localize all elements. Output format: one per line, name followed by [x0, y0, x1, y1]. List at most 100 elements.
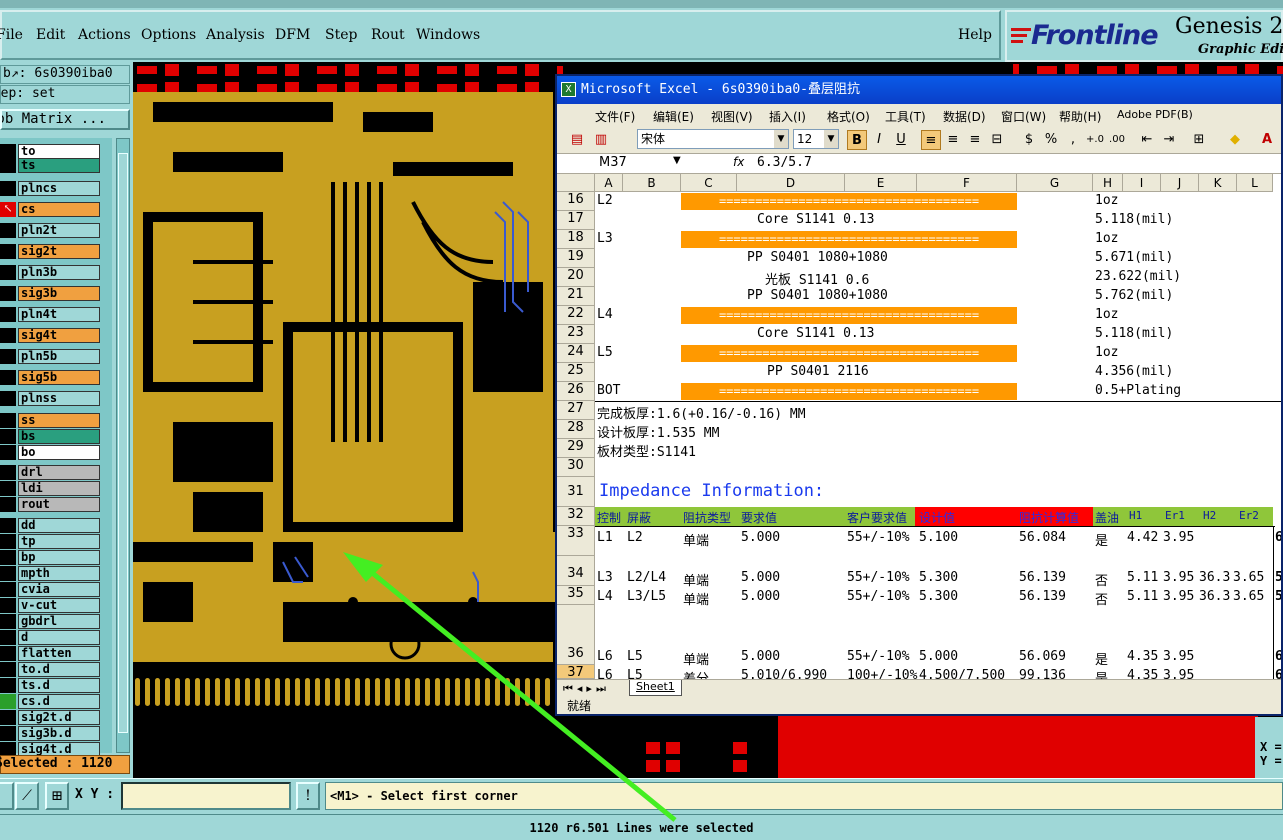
font-name-select[interactable]: 宋体 ▼: [637, 129, 789, 149]
cell-material[interactable]: Core S1141 0.13: [757, 326, 874, 341]
layer-indicator[interactable]: [0, 646, 16, 661]
menu-actions[interactable]: Actions: [78, 27, 131, 43]
layer-label[interactable]: sig3b.d: [18, 726, 100, 741]
imp-cell-er1[interactable]: 3.95: [1163, 649, 1194, 664]
layer-row-ldi[interactable]: ldi: [0, 481, 100, 496]
menu-rout[interactable]: Rout: [371, 27, 405, 43]
layer-indicator[interactable]: [0, 391, 16, 406]
imp-cell-er1[interactable]: 3.95: [1163, 668, 1194, 679]
layer-indicator[interactable]: [0, 370, 16, 385]
percent-icon[interactable]: %: [1041, 130, 1061, 150]
menu-file[interactable]: File: [0, 27, 23, 43]
outdent-icon[interactable]: ⇤: [1137, 130, 1157, 150]
imp-cell-calc[interactable]: 99.136: [1019, 668, 1066, 679]
excel-menu-window[interactable]: 窗口(W): [1001, 108, 1046, 125]
imp-cell-oil[interactable]: 否: [1095, 570, 1108, 589]
layer-label[interactable]: ss: [18, 413, 100, 428]
hdr-oil[interactable]: 盖油: [1095, 509, 1119, 526]
row-header[interactable]: 23: [557, 325, 595, 344]
column-header[interactable]: C: [681, 174, 737, 192]
font-color-icon[interactable]: A: [1257, 130, 1277, 150]
layer-label[interactable]: sig2t: [18, 244, 100, 259]
layer-indicator[interactable]: [0, 662, 16, 677]
excel-menu-format[interactable]: 格式(O): [827, 108, 870, 125]
cell-layer[interactable]: BOT: [597, 383, 620, 398]
fill-color-icon[interactable]: ◆: [1225, 130, 1245, 150]
imp-cell-ctrl[interactable]: L6: [597, 668, 613, 679]
hdr-calc[interactable]: 阻抗计算值: [1019, 509, 1079, 526]
layer-indicator[interactable]: [0, 598, 16, 613]
imp-cell-shield[interactable]: L5: [627, 649, 643, 664]
menu-dfm[interactable]: DFM: [275, 27, 310, 43]
layer-indicator[interactable]: [0, 244, 16, 259]
menu-options[interactable]: Options: [141, 27, 196, 43]
alert-icon[interactable]: !: [296, 782, 320, 810]
imp-cell-type[interactable]: 单端: [683, 570, 709, 589]
row-header[interactable]: 35: [557, 586, 595, 605]
spreadsheet-grid[interactable]: A B C D E F G H I J K L 16 17 18 19 20 2…: [557, 174, 1281, 679]
layer-indicator[interactable]: [0, 286, 16, 301]
cell-thickness[interactable]: 5.762(mil): [1095, 288, 1173, 303]
layer-row-bo[interactable]: bo: [0, 445, 100, 460]
hdr-control[interactable]: 控制: [597, 509, 621, 526]
job-matrix-button[interactable]: Job Matrix ...: [0, 109, 130, 130]
layer-row-flatten[interactable]: flatten: [0, 646, 100, 661]
layer-indicator[interactable]: [0, 518, 16, 533]
imp-cell-design[interactable]: 5.100: [919, 530, 958, 545]
layer-indicator[interactable]: [0, 566, 16, 581]
hdr-h1[interactable]: H1: [1129, 509, 1142, 522]
excel-menu-data[interactable]: 数据(D): [943, 108, 986, 125]
excel-menu-help[interactable]: 帮助(H): [1059, 108, 1101, 125]
imp-cell-cust[interactable]: 55+/-10%: [847, 649, 910, 664]
row-header[interactable]: 36: [557, 605, 595, 665]
excel-menu-edit[interactable]: 编辑(E): [653, 108, 694, 125]
copper-bar[interactable]: ====================================: [681, 231, 1017, 248]
copper-bar[interactable]: ====================================: [681, 307, 1017, 324]
indent-icon[interactable]: ⇥: [1159, 130, 1179, 150]
layer-label[interactable]: cs: [18, 202, 100, 217]
excel-menu-view[interactable]: 视图(V): [711, 108, 753, 125]
imp-cell-calc[interactable]: 56.139: [1019, 570, 1066, 585]
layer-label[interactable]: sig5b: [18, 370, 100, 385]
layer-label[interactable]: cvia: [18, 582, 100, 597]
layer-row-pln4t[interactable]: pln4t: [0, 307, 100, 322]
imp-cell-calc[interactable]: 56.069: [1019, 649, 1066, 664]
hdr-type[interactable]: 阻抗类型: [683, 509, 731, 526]
layer-label[interactable]: dd: [18, 518, 100, 533]
imp-cell-design[interactable]: 4.500/7.500: [919, 668, 1005, 679]
layer-label[interactable]: tp: [18, 534, 100, 549]
layer-row-cvia[interactable]: cvia: [0, 582, 100, 597]
layer-row-pln3b[interactable]: pln3b: [0, 265, 100, 280]
layer-label[interactable]: rout: [18, 497, 100, 512]
imp-cell-h2[interactable]: 36.3: [1199, 589, 1230, 604]
excel-menu-insert[interactable]: 插入(I): [769, 108, 806, 125]
scroll-thumb[interactable]: [118, 153, 128, 733]
imp-cell-h2[interactable]: 36.3: [1199, 570, 1230, 585]
layer-row-plncs[interactable]: plncs: [0, 181, 100, 196]
excel-menu-tools[interactable]: 工具(T): [885, 108, 926, 125]
layer-row-sig3b[interactable]: sig3b: [0, 286, 100, 301]
layer-label[interactable]: to: [18, 144, 100, 159]
row-header[interactable]: 26: [557, 382, 595, 401]
fx-icon[interactable]: fx: [733, 155, 744, 169]
row-header[interactable]: 34: [557, 556, 595, 586]
cell-design-thickness[interactable]: 设计板厚:1.535 MM: [597, 422, 719, 441]
imp-cell-tail[interactable]: 5: [1275, 570, 1281, 585]
layer-label[interactable]: pln2t: [18, 223, 100, 238]
hdr-required[interactable]: 要求值: [741, 509, 777, 526]
layer-indicator[interactable]: [0, 481, 16, 496]
layer-indicator[interactable]: [0, 678, 16, 693]
align-left-icon[interactable]: ≡: [921, 130, 941, 150]
cell-thickness[interactable]: 0.5+Plating: [1095, 383, 1181, 398]
cell-layer[interactable]: L5: [597, 345, 613, 360]
cell-finished-thickness[interactable]: 完成板厚:1.6(+0.16/-0.16) MM: [597, 403, 806, 422]
imp-cell-calc[interactable]: 56.084: [1019, 530, 1066, 545]
measure-icon[interactable]: ⟋: [15, 782, 39, 810]
layer-label[interactable]: ts.d: [18, 678, 100, 693]
row-header[interactable]: 20: [557, 268, 595, 287]
layer-label[interactable]: pln4t: [18, 307, 100, 322]
copper-bar[interactable]: ====================================: [681, 345, 1017, 362]
cell-thickness[interactable]: 1oz: [1095, 231, 1118, 246]
imp-cell-cust[interactable]: 55+/-10%: [847, 589, 910, 604]
imp-cell-shield[interactable]: L3/L5: [627, 589, 666, 604]
